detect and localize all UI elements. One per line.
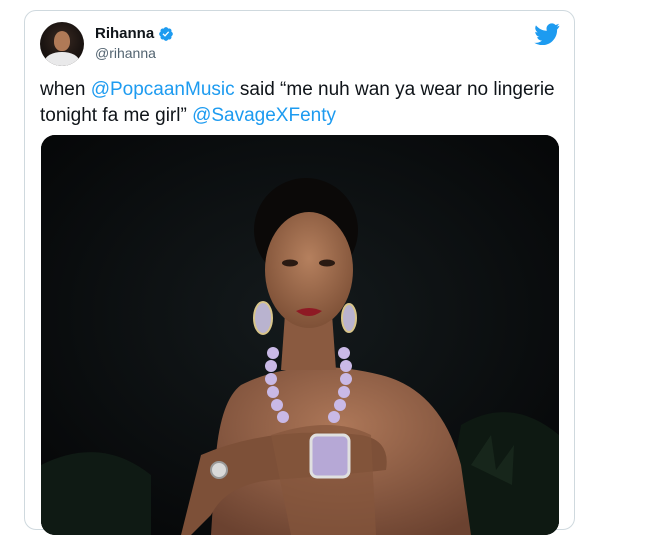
tweet-card[interactable]: Rihanna @rihanna when @PopcaanMusic said… [24, 10, 575, 535]
photo-illustration [41, 135, 559, 535]
avatar[interactable] [40, 22, 84, 66]
tweet-photo[interactable] [41, 135, 559, 535]
mention-link-popcaanmusic[interactable]: @PopcaanMusic [91, 79, 235, 100]
twitter-bird-icon[interactable] [534, 23, 560, 45]
avatar-shoulders [45, 52, 79, 66]
author-handle[interactable]: @rihanna [95, 45, 156, 61]
avatar-face [54, 31, 70, 51]
verified-badge-icon [159, 26, 174, 41]
mention-link-savagexfenty[interactable]: @SavageXFenty [192, 105, 336, 126]
author-name-row[interactable]: Rihanna [95, 25, 174, 42]
tweet-text: when @PopcaanMusic said “me nuh wan ya w… [40, 77, 560, 129]
display-name[interactable]: Rihanna [95, 25, 154, 42]
tweet-text-segment: when [40, 79, 91, 100]
